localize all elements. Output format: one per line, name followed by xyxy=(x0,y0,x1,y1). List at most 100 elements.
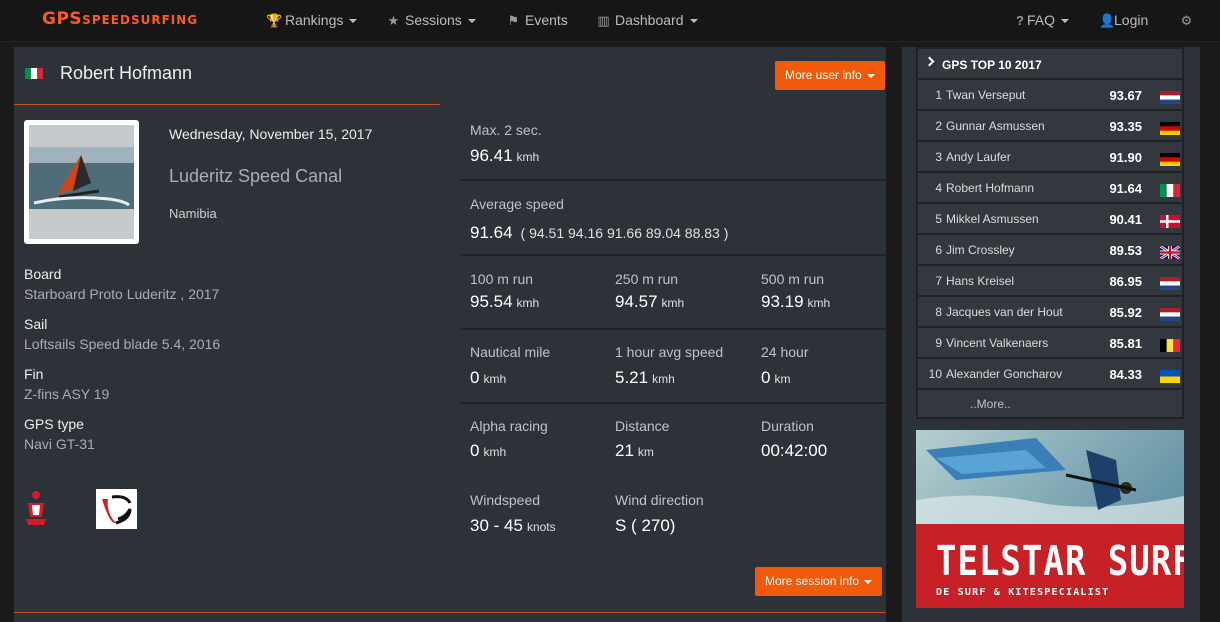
top10-row[interactable]: 2 Gunnar Asmussen 93.35 xyxy=(918,111,1182,142)
chevron-down-icon xyxy=(866,73,875,78)
stat-nautical-value: 0 kmh xyxy=(470,368,507,387)
chevron-down-icon xyxy=(467,19,476,24)
rank-surfer-name[interactable]: Mikkel Asmussen xyxy=(946,212,1039,226)
nav-login[interactable]: 👤Login xyxy=(1099,12,1148,29)
nav-events[interactable]: ⚑ Events xyxy=(506,12,568,29)
stat-label: 24 hour xyxy=(761,344,809,360)
rank-speed: 84.33 xyxy=(1109,367,1142,382)
loftsails-logo[interactable] xyxy=(96,489,137,529)
stat-label: Max. 2 sec. xyxy=(470,122,542,138)
rank-surfer-name[interactable]: Robert Hofmann xyxy=(946,181,1034,195)
rank-number: 8 xyxy=(935,305,942,319)
bar-chart-icon: ▥ xyxy=(597,13,610,28)
rank-speed: 89.53 xyxy=(1109,243,1142,258)
stat-distance-value: 21 km xyxy=(615,441,654,460)
nav-rankings[interactable]: 🏆 Rankings xyxy=(266,12,358,29)
rank-speed: 91.90 xyxy=(1109,150,1142,165)
spot-name[interactable]: Luderitz Speed Canal xyxy=(169,166,342,187)
rank-number: 10 xyxy=(928,367,942,381)
windsurfer-photo xyxy=(29,125,134,239)
stat-label: Nautical mile xyxy=(470,344,551,360)
nav-dashboard[interactable]: ▥ Dashboard xyxy=(596,12,698,29)
rank-number: 4 xyxy=(935,181,942,195)
session-panel: Robert Hofmann More user info Wednesday,… xyxy=(14,47,886,622)
more-user-info-button[interactable]: More user info xyxy=(775,61,885,90)
country-flag-icon xyxy=(1160,277,1180,290)
top10-row[interactable]: 8 Jacques van der Hout 85.92 xyxy=(918,297,1182,328)
chevron-down-icon xyxy=(1061,19,1070,24)
rank-speed: 85.92 xyxy=(1109,305,1142,320)
site-logo[interactable]: GPSSPEEDSURFING xyxy=(42,9,198,29)
country-flag-icon xyxy=(1160,122,1180,135)
top10-title: GPS TOP 10 2017 xyxy=(942,58,1042,72)
top10-row[interactable]: 9 Vincent Valkenaers 85.81 xyxy=(918,328,1182,359)
divider xyxy=(14,104,440,105)
rank-surfer-name[interactable]: Vincent Valkenaers xyxy=(946,336,1048,350)
session-photo[interactable] xyxy=(24,120,139,244)
stat-row-wind: Windspeed 30 - 45 knots Wind direction S … xyxy=(460,478,886,552)
nav-sessions[interactable]: ★ Sessions xyxy=(386,12,476,29)
stat-row-runs: 100 m run 95.54 kmh 250 m run 94.57 kmh 50… xyxy=(460,256,886,330)
stat-label: 100 m run xyxy=(470,271,534,287)
rank-number: 7 xyxy=(935,274,942,288)
rank-speed: 86.95 xyxy=(1109,274,1142,289)
telstar-surf-ad[interactable]: TELSTAR SURF DE SURF & KITESPECIALIST xyxy=(916,430,1184,608)
rank-surfer-name[interactable]: Jim Crossley xyxy=(946,243,1015,257)
top10-row[interactable]: 10 Alexander Goncharov 84.33 xyxy=(918,359,1182,390)
stat-label: Average speed xyxy=(470,196,564,212)
star-icon: ★ xyxy=(387,13,400,28)
gear-fin-value: Z-fins ASY 19 xyxy=(24,386,110,402)
chevron-down-icon xyxy=(864,579,873,584)
rank-surfer-name[interactable]: Twan Verseput xyxy=(946,88,1025,102)
rank-surfer-name[interactable]: Gunnar Asmussen xyxy=(946,119,1045,133)
rank-surfer-name[interactable]: Hans Kreisel xyxy=(946,274,1014,288)
top10-header[interactable]: GPS TOP 10 2017 xyxy=(918,49,1182,80)
rank-speed: 90.41 xyxy=(1109,212,1142,227)
top10-row[interactable]: 1 Twan Verseput 93.67 xyxy=(918,80,1182,111)
ad-photo xyxy=(916,430,1184,524)
stat-label: 250 m run xyxy=(615,271,679,287)
top10-row[interactable]: 6 Jim Crossley 89.53 xyxy=(918,235,1182,266)
country: Namibia xyxy=(169,206,217,221)
settings-gear[interactable]: ⚙ xyxy=(1179,12,1198,29)
country-flag-icon xyxy=(1160,308,1180,321)
more-session-info-button[interactable]: More session info xyxy=(755,567,883,596)
stat-hour-value: 5.21 kmh xyxy=(615,368,675,387)
gear-gps-value: Navi GT-31 xyxy=(24,436,95,452)
flag-icon: ⚑ xyxy=(507,13,520,28)
top-navbar: GPSSPEEDSURFING 🏆 Rankings ★ Sessions ⚑ Eve… xyxy=(0,0,1220,42)
stat-label: Distance xyxy=(615,418,670,434)
stat-250m-value: 94.57 kmh xyxy=(615,292,685,311)
sidebar: GPS TOP 10 2017 1 Twan Verseput 93.67 2 Gunn… xyxy=(902,47,1200,622)
gear-sail-value: Loftsails Speed blade 5.4, 2016 xyxy=(24,336,221,352)
top10-row[interactable]: 5 Mikkel Asmussen 90.41 xyxy=(918,204,1182,235)
windsurfer-ad-image xyxy=(916,438,1184,524)
stat-row-max: Max. 2 sec. 96.41 kmh xyxy=(460,105,886,181)
stat-label: Windspeed xyxy=(470,492,541,508)
nav-faq[interactable]: ? FAQ xyxy=(1015,12,1070,28)
rank-surfer-name[interactable]: Andy Laufer xyxy=(946,150,1011,164)
rank-number: 2 xyxy=(935,119,942,133)
top10-row[interactable]: 3 Andy Laufer 91.90 xyxy=(918,142,1182,173)
user-name[interactable]: Robert Hofmann xyxy=(60,63,192,84)
country-flag-icon xyxy=(1160,370,1180,383)
country-flag-icon xyxy=(1160,153,1180,166)
top10-row[interactable]: 7 Hans Kreisel 86.95 xyxy=(918,266,1182,297)
stat-max2-value: 96.41 kmh xyxy=(470,146,540,165)
top10-more-link[interactable]: ..More.. xyxy=(970,397,1011,411)
country-flag-icon xyxy=(1160,184,1180,197)
rank-speed: 93.35 xyxy=(1109,119,1142,134)
stat-24h-value: 0 km xyxy=(761,368,791,387)
divider xyxy=(14,612,886,613)
rank-number: 6 xyxy=(935,243,942,257)
stat-row-average: Average speed 91.64( 94.51 94.16 91.66 8… xyxy=(460,181,886,256)
stat-row-distance: Nautical mile 0 kmh 1 hour avg speed 5.21… xyxy=(460,330,886,404)
trophy-icon: 🏆 xyxy=(266,13,283,28)
italy-flag-icon xyxy=(25,68,43,79)
starboard-logo[interactable] xyxy=(24,489,48,527)
stat-alpha-value: 0 kmh xyxy=(470,441,507,460)
top10-row[interactable]: 4 Robert Hofmann 91.64 xyxy=(918,173,1182,204)
chevron-down-icon xyxy=(349,19,358,24)
rank-surfer-name[interactable]: Jacques van der Hout xyxy=(946,305,1063,319)
rank-surfer-name[interactable]: Alexander Goncharov xyxy=(946,367,1062,381)
